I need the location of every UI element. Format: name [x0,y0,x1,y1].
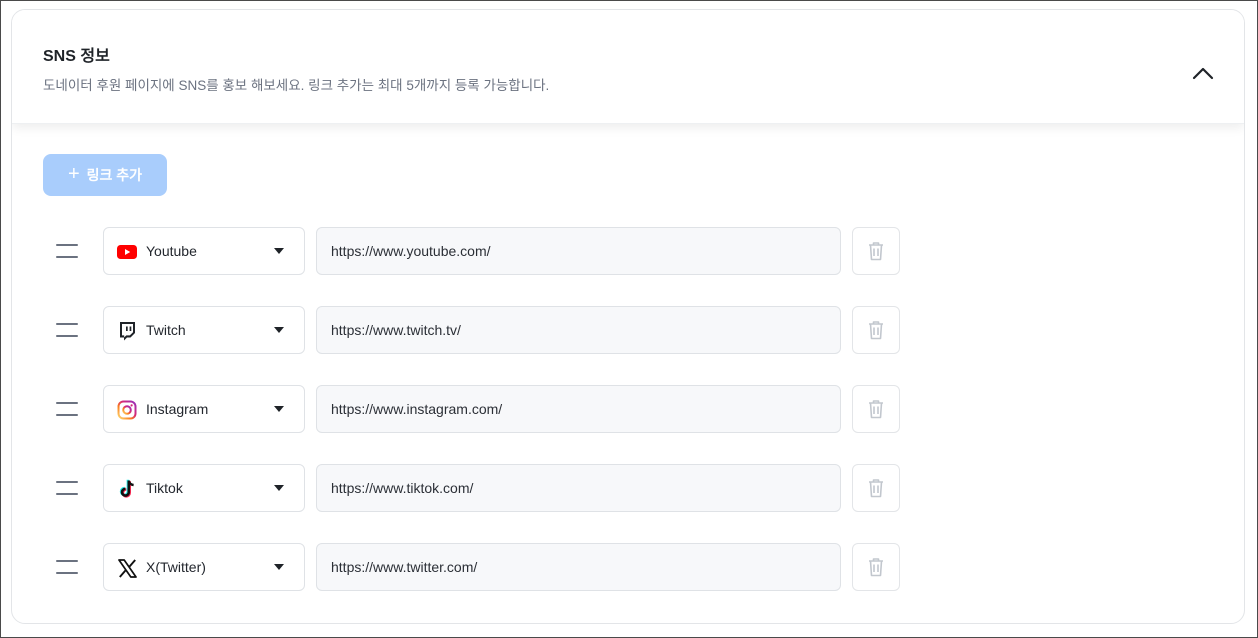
platform-label: Twitch [146,322,186,338]
sns-info-card: SNS 정보 도네이터 후원 페이지에 SNS를 홍보 해보세요. 링크 추가는… [11,9,1245,624]
caret-down-icon [274,406,284,412]
chevron-up-icon [1192,67,1214,80]
url-input[interactable] [316,306,841,354]
trash-icon [869,242,883,261]
sns-link-row: Instagram [12,385,912,433]
caret-down-icon [274,327,284,333]
caret-down-icon [274,248,284,254]
add-link-button[interactable]: + 링크 추가 [43,154,167,196]
caret-down-icon [274,564,284,570]
delete-button[interactable] [852,385,900,433]
drag-handle-icon[interactable] [56,244,78,258]
sns-link-row: X(Twitter) [12,543,912,591]
sns-link-row: Twitch [12,306,912,354]
delete-button[interactable] [852,306,900,354]
sns-link-row: Tiktok [12,464,912,512]
url-input[interactable] [316,543,841,591]
drag-handle-icon[interactable] [56,323,78,337]
youtube-icon [117,242,137,262]
delete-button[interactable] [852,543,900,591]
url-input[interactable] [316,385,841,433]
instagram-icon [117,400,137,420]
platform-select[interactable]: Twitch [103,306,305,354]
platform-select[interactable]: X(Twitter) [103,543,305,591]
platform-label: X(Twitter) [146,559,206,575]
tiktok-icon [117,479,137,499]
platform-select[interactable]: Instagram [103,385,305,433]
window-frame: SNS 정보 도네이터 후원 페이지에 SNS를 홍보 해보세요. 링크 추가는… [0,0,1258,638]
caret-down-icon [274,485,284,491]
section-description: 도네이터 후원 페이지에 SNS를 홍보 해보세요. 링크 추가는 최대 5개까… [43,78,550,93]
trash-icon [869,321,883,340]
card-header: SNS 정보 도네이터 후원 페이지에 SNS를 홍보 해보세요. 링크 추가는… [12,10,1244,124]
section-title: SNS 정보 [43,48,110,65]
trash-icon [869,479,883,498]
plus-icon: + [67,163,80,185]
platform-label: Youtube [146,243,197,259]
twitch-icon [117,321,137,341]
url-input[interactable] [316,464,841,512]
trash-icon [869,558,883,577]
trash-icon [869,400,883,419]
platform-select[interactable]: Youtube [103,227,305,275]
sns-link-row: Youtube [12,227,912,275]
drag-handle-icon[interactable] [56,560,78,574]
x-twitter-icon [117,558,137,578]
platform-select[interactable]: Tiktok [103,464,305,512]
delete-button[interactable] [852,464,900,512]
url-input[interactable] [316,227,841,275]
drag-handle-icon[interactable] [56,481,78,495]
platform-label: Tiktok [146,480,183,496]
add-link-label: 링크 추가 [86,167,143,183]
platform-label: Instagram [146,401,209,417]
drag-handle-icon[interactable] [56,402,78,416]
collapse-button[interactable] [1190,60,1216,86]
delete-button[interactable] [852,227,900,275]
